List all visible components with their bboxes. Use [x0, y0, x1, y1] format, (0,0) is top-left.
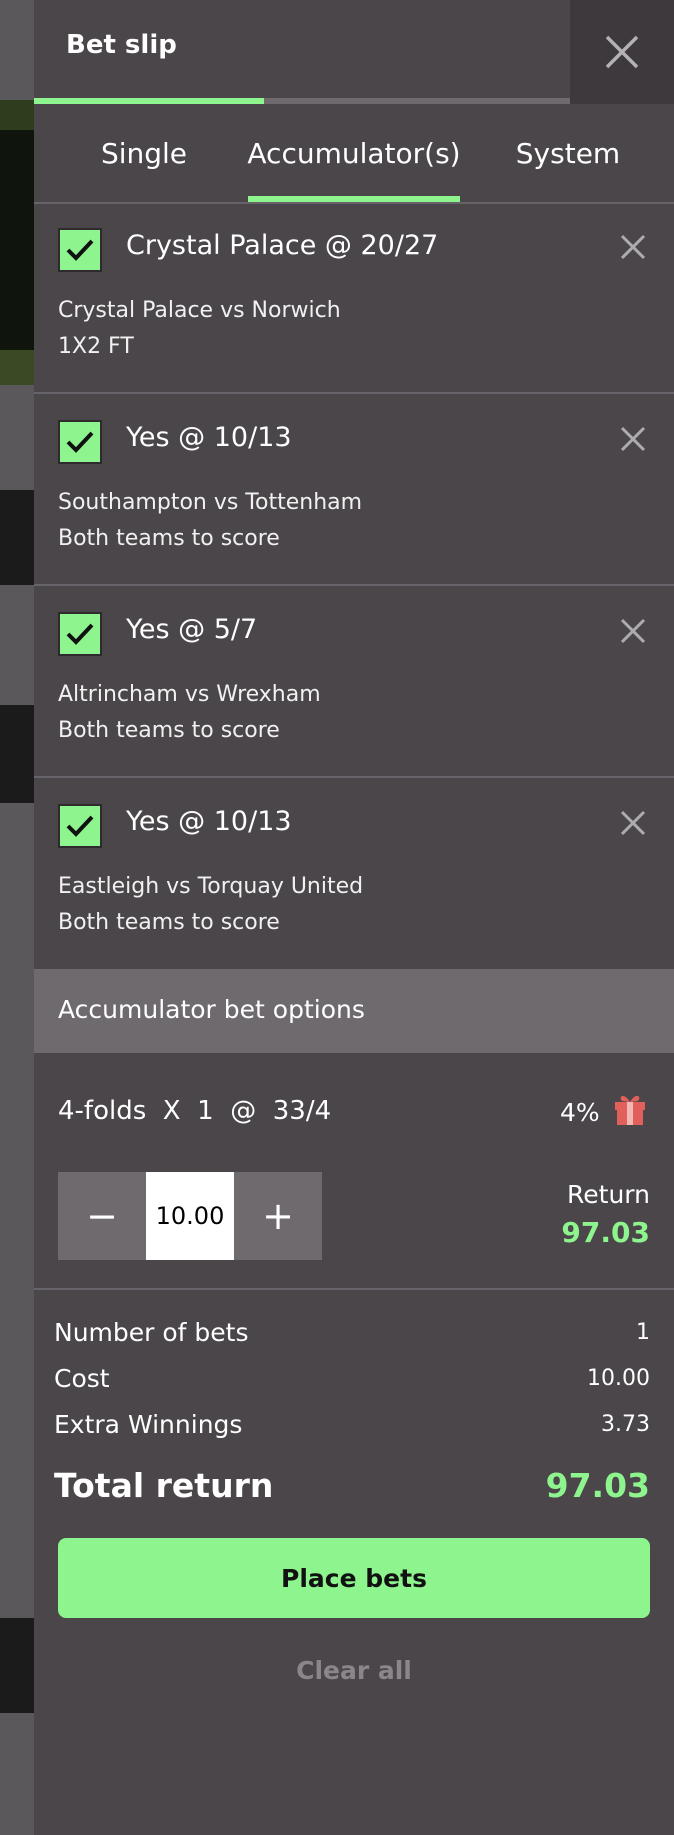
summary-row-extra-winnings: Extra Winnings 3.73: [54, 1410, 650, 1450]
close-icon: [620, 234, 646, 260]
extra-winnings-label: Extra Winnings: [54, 1410, 243, 1439]
increase-stake-button[interactable]: +: [234, 1172, 322, 1260]
checkmark-icon: [66, 815, 94, 837]
bet-type-tabs: Single Accumulator(s) System: [34, 104, 674, 204]
selection-item: Yes @ 5/7 Altrincham vs Wrexham Both tea…: [34, 586, 674, 778]
selection-event: Altrincham vs Wrexham: [58, 682, 321, 707]
close-icon: [605, 35, 639, 69]
accumulator-options-header: Accumulator bet options: [34, 969, 674, 1053]
accumulator-options-title: Accumulator bet options: [58, 995, 365, 1024]
close-icon: [620, 810, 646, 836]
background-page-strip: [0, 0, 34, 1835]
selection-title: Yes @ 10/13: [126, 422, 292, 453]
checkmark-icon: [66, 623, 94, 645]
selection-market: Both teams to score: [58, 718, 280, 743]
total-return-value: 97.03: [545, 1466, 650, 1505]
stake-input[interactable]: [146, 1172, 234, 1260]
selection-event: Crystal Palace vs Norwich: [58, 298, 341, 323]
tab-accumulators[interactable]: Accumulator(s): [247, 104, 461, 202]
cost-label: Cost: [54, 1364, 110, 1393]
clear-all-button[interactable]: Clear all: [254, 1656, 454, 1696]
selection-title: Yes @ 10/13: [126, 806, 292, 837]
remove-selection-button[interactable]: [620, 810, 650, 840]
selection-checkbox[interactable]: [58, 804, 102, 848]
selection-title: Yes @ 5/7: [126, 614, 258, 645]
remove-selection-button[interactable]: [620, 234, 650, 264]
remove-selection-button[interactable]: [620, 426, 650, 456]
place-bets-button[interactable]: Place bets: [58, 1538, 650, 1618]
selection-title: Crystal Palace @ 20/27: [126, 230, 439, 261]
gift-icon: [615, 1095, 645, 1125]
number-of-bets-value: 1: [636, 1320, 650, 1345]
checkmark-icon: [66, 239, 94, 261]
selection-market: 1X2 FT: [58, 334, 134, 359]
tab-system[interactable]: System: [502, 104, 634, 202]
return-value: 97.03: [561, 1216, 650, 1249]
tab-single[interactable]: Single: [74, 104, 214, 202]
remove-selection-button[interactable]: [620, 618, 650, 648]
selection-item: Yes @ 10/13 Southampton vs Tottenham Bot…: [34, 394, 674, 586]
close-icon: [620, 426, 646, 452]
total-return-row: Total return 97.03: [54, 1466, 650, 1516]
checkmark-icon: [66, 431, 94, 453]
selection-checkbox[interactable]: [58, 228, 102, 272]
selection-item: Yes @ 10/13 Eastleigh vs Torquay United …: [34, 778, 674, 968]
cost-value: 10.00: [587, 1366, 650, 1391]
selection-checkbox[interactable]: [58, 612, 102, 656]
close-icon: [620, 618, 646, 644]
bet-slip-panel: Bet slip Single Accumulator(s) System Cr…: [34, 0, 674, 1835]
total-return-label: Total return: [54, 1466, 274, 1505]
stake-stepper: − +: [58, 1172, 322, 1260]
number-of-bets-label: Number of bets: [54, 1318, 249, 1347]
selection-event: Southampton vs Tottenham: [58, 490, 363, 515]
selection-checkbox[interactable]: [58, 420, 102, 464]
extra-winnings-value: 3.73: [601, 1412, 650, 1437]
close-button[interactable]: [570, 0, 674, 104]
summary-row-number-of-bets: Number of bets 1: [54, 1318, 650, 1358]
decrease-stake-button[interactable]: −: [58, 1172, 146, 1260]
selection-event: Eastleigh vs Torquay United: [58, 874, 364, 899]
fold-summary: 4-folds X 1 @ 33/4: [58, 1096, 332, 1126]
selection-item: Crystal Palace @ 20/27 Crystal Palace vs…: [34, 202, 674, 394]
divider: [34, 1288, 674, 1290]
selection-market: Both teams to score: [58, 526, 280, 551]
bonus-percentage: 4%: [560, 1098, 600, 1127]
selection-market: Both teams to score: [58, 910, 280, 935]
bet-slip-header: Bet slip: [34, 0, 674, 104]
return-label: Return: [567, 1180, 650, 1209]
bet-slip-title: Bet slip: [66, 30, 177, 60]
summary-row-cost: Cost 10.00: [54, 1364, 650, 1404]
